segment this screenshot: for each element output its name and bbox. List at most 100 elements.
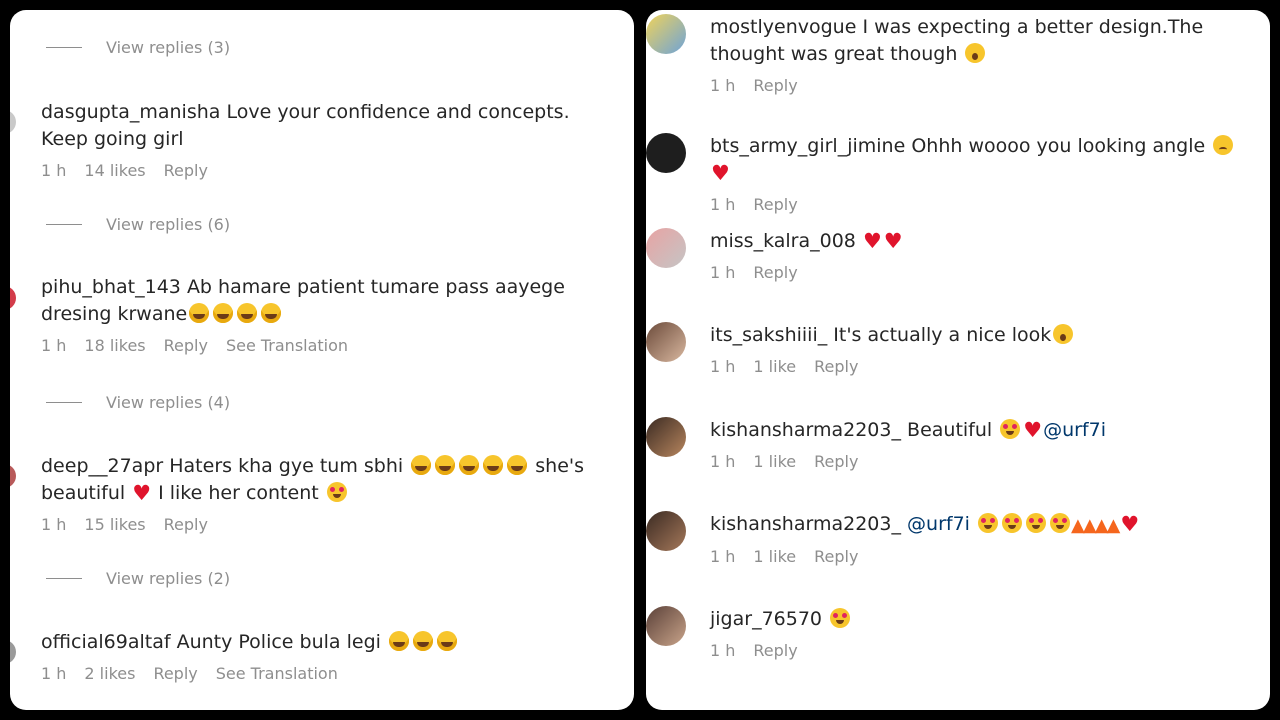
likes-count[interactable]: 1 like — [753, 452, 796, 471]
comment-username[interactable]: miss_kalra_008 — [710, 230, 856, 252]
view-replies-button[interactable]: View replies (6) — [106, 215, 230, 234]
comment-text: Aunty Police bula legi — [176, 631, 381, 653]
reply-button[interactable]: Reply — [753, 76, 797, 95]
reply-button[interactable]: Reply — [164, 161, 208, 180]
comment-text: It's actually a nice look — [833, 324, 1052, 346]
comment-time: 1 h — [710, 357, 736, 376]
reply-button[interactable]: Reply — [814, 452, 858, 471]
comment-time: 1 h — [41, 161, 67, 180]
reply-button[interactable]: Reply — [753, 641, 797, 660]
comment: deep__27apr Haters kha gye tum sbhi she'… — [41, 453, 621, 534]
avatar[interactable] — [646, 606, 686, 646]
comment-username[interactable]: jigar_76570 — [710, 608, 822, 630]
likes-count[interactable]: 2 likes — [84, 664, 135, 683]
comment-text-continued: I like her content — [158, 482, 319, 504]
avatar[interactable] — [10, 110, 16, 134]
reply-button[interactable]: Reply — [753, 195, 797, 214]
avatar[interactable] — [646, 133, 686, 173]
comment-text: Ohhh woooo you looking angle — [911, 135, 1206, 157]
comment-time: 1 h — [710, 452, 736, 471]
reply-thread-line — [46, 224, 82, 225]
comment: jigar_76570 1 h Reply — [646, 606, 1270, 696]
comment-time: 1 h — [41, 664, 67, 683]
face-screaming-emoji-icon — [965, 43, 986, 63]
comment-meta: 1 h Reply — [710, 263, 1255, 282]
view-replies-row[interactable]: View replies (2) — [46, 569, 230, 588]
avatar[interactable] — [646, 228, 686, 268]
mention-link[interactable]: @urf7i — [907, 513, 970, 535]
comment-meta: 1 h 14 likes Reply — [41, 161, 621, 180]
comment-username[interactable]: official69altaf — [41, 631, 171, 653]
comment-username[interactable]: its_sakshiiii_ — [710, 324, 827, 346]
avatar[interactable] — [646, 511, 686, 551]
laughing-emoji-icon — [436, 631, 457, 651]
laughing-emoji-icon — [507, 455, 528, 475]
comment-username[interactable]: mostlyenvogue — [710, 16, 856, 38]
likes-count[interactable]: 15 likes — [84, 515, 145, 534]
red-heart-icon: ♥ — [883, 229, 903, 253]
red-heart-icon: ♥ — [132, 481, 152, 505]
avatar[interactable] — [646, 417, 686, 457]
avatar[interactable] — [10, 464, 16, 488]
comment-meta: 1 h 1 like Reply — [710, 452, 1255, 471]
comment-time: 1 h — [710, 641, 736, 660]
avatar[interactable] — [646, 322, 686, 362]
view-replies-button[interactable]: View replies (2) — [106, 569, 230, 588]
heart-eyes-emoji-icon — [830, 608, 851, 628]
comment-meta: 1 h Reply — [710, 641, 1255, 660]
view-replies-row[interactable]: View replies (3) — [46, 38, 230, 57]
laughing-emoji-icon — [412, 631, 433, 651]
comment-time: 1 h — [41, 515, 67, 534]
laughing-emoji-icon — [237, 303, 258, 323]
comment: pihu_bhat_143 Ab hamare patient tumare p… — [41, 274, 621, 355]
likes-count[interactable]: 1 like — [753, 547, 796, 566]
reply-button[interactable]: Reply — [164, 515, 208, 534]
comment-meta: 1 h 1 like Reply — [710, 547, 1255, 566]
comment: mostlyenvogue I was expecting a better d… — [646, 14, 1270, 104]
heart-eyes-emoji-icon — [1026, 513, 1046, 533]
reply-thread-line — [46, 47, 82, 48]
mention-link[interactable]: @urf7i — [1043, 419, 1106, 441]
comment-time: 1 h — [710, 195, 736, 214]
comment-meta: 1 h Reply — [710, 195, 1255, 214]
view-replies-button[interactable]: View replies (4) — [106, 393, 230, 412]
laughing-emoji-icon — [483, 455, 504, 475]
comment-username[interactable]: deep__27apr — [41, 455, 163, 477]
face-screaming-emoji-icon — [1053, 324, 1074, 344]
reply-button[interactable]: Reply — [164, 336, 208, 355]
reply-button[interactable]: Reply — [814, 547, 858, 566]
comment-username[interactable]: dasgupta_manisha — [41, 101, 220, 123]
avatar[interactable] — [10, 640, 16, 664]
comment: kishansharma2203_ Beautiful ♥@urf7i 1 h … — [646, 417, 1270, 507]
comment-meta: 1 h 18 likes Reply See Translation — [41, 336, 621, 355]
comment-username[interactable]: kishansharma2203_ — [710, 513, 901, 535]
view-replies-row[interactable]: View replies (4) — [46, 393, 230, 412]
avatar[interactable] — [646, 14, 686, 54]
comment-username[interactable]: pihu_bhat_143 — [41, 276, 181, 298]
comments-panel-right: mostlyenvogue I was expecting a better d… — [646, 10, 1270, 710]
comment: official69altaf Aunty Police bula legi 1… — [41, 629, 621, 683]
view-replies-row[interactable]: View replies (6) — [46, 215, 230, 234]
comment-username[interactable]: kishansharma2203_ — [710, 419, 901, 441]
laughing-emoji-icon — [189, 303, 210, 323]
comments-panel-left: View replies (3) dasgupta_manisha Love y… — [10, 10, 634, 710]
reply-button[interactable]: Reply — [753, 263, 797, 282]
reply-button[interactable]: Reply — [153, 664, 197, 683]
likes-count[interactable]: 1 like — [753, 357, 796, 376]
heart-eyes-emoji-icon — [326, 482, 347, 502]
heart-eyes-emoji-icon — [978, 513, 998, 533]
comment: kishansharma2203_ @urf7i ▲▲▲▲♥ 1 h 1 lik… — [646, 511, 1270, 601]
avatar[interactable] — [10, 286, 16, 310]
red-heart-icon: ♥ — [862, 229, 882, 253]
laughing-emoji-icon — [435, 455, 456, 475]
comment-username[interactable]: bts_army_girl_jimine — [710, 135, 905, 157]
see-translation-button[interactable]: See Translation — [216, 664, 338, 683]
see-translation-button[interactable]: See Translation — [226, 336, 348, 355]
comment-text: Haters kha gye tum sbhi — [169, 455, 404, 477]
likes-count[interactable]: 18 likes — [84, 336, 145, 355]
comment-time: 1 h — [41, 336, 67, 355]
view-replies-button[interactable]: View replies (3) — [106, 38, 230, 57]
red-heart-icon: ♥ — [1023, 418, 1043, 442]
reply-button[interactable]: Reply — [814, 357, 858, 376]
likes-count[interactable]: 14 likes — [84, 161, 145, 180]
